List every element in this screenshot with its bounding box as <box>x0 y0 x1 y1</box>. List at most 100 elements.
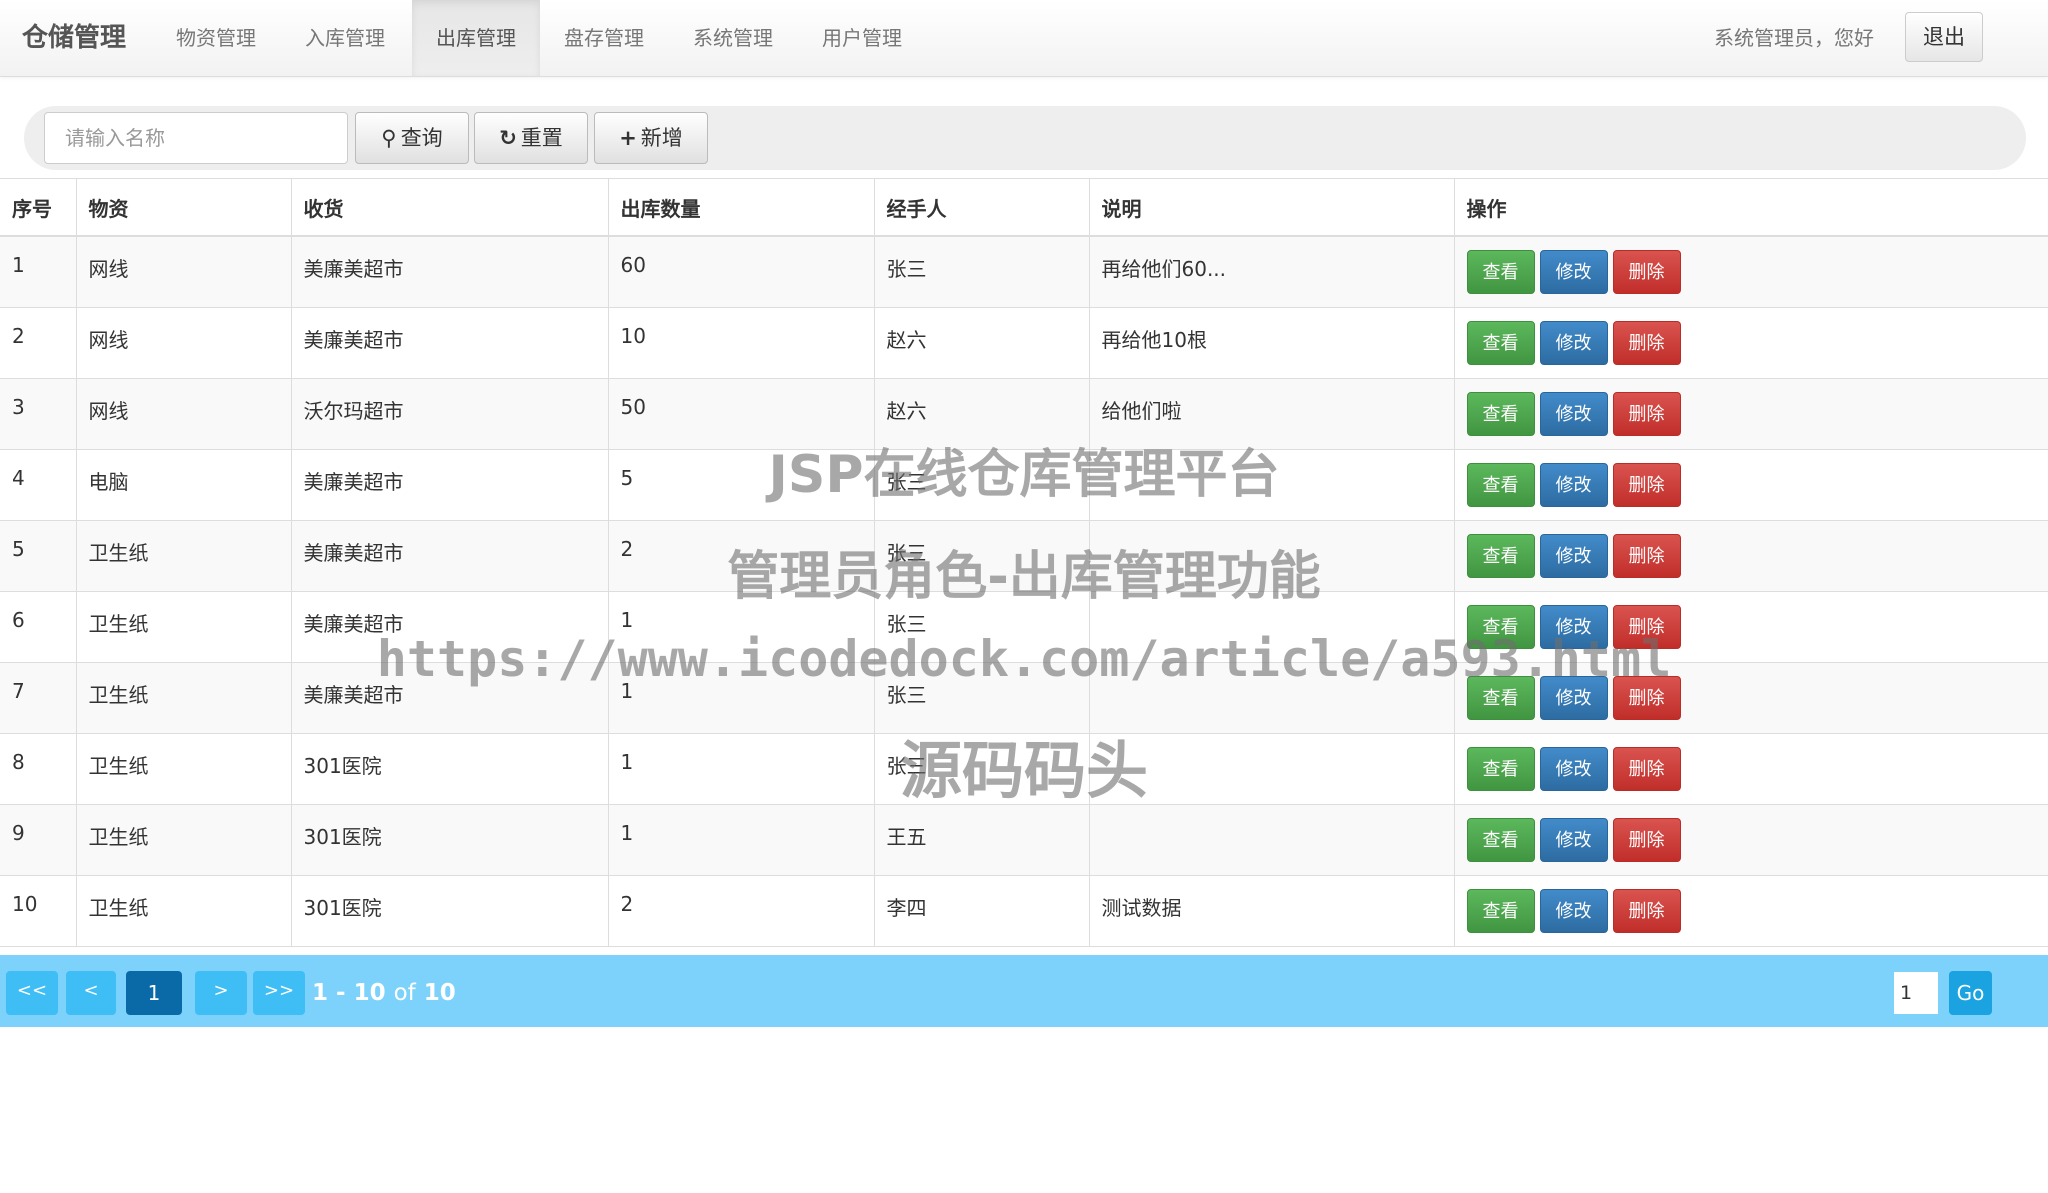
go-button[interactable]: Go <box>1949 971 1992 1015</box>
table-row: 2 网线 美廉美超市 10 赵六 再给他10根 查看 修改 删除 <box>0 307 2048 379</box>
nav-item-inventory[interactable]: 盘存管理 <box>546 0 662 76</box>
cell-receiver: 美廉美超市 <box>291 662 609 734</box>
delete-button[interactable]: 删除 <box>1612 817 1681 862</box>
view-button[interactable]: 查看 <box>1466 604 1535 649</box>
page-total: 10 <box>423 980 456 1006</box>
logout-button[interactable]: 退出 <box>1905 12 1983 62</box>
first-page-button[interactable]: << <box>6 971 58 1015</box>
reset-label: 重置 <box>520 126 563 150</box>
search-icon: ⚲ <box>381 126 397 150</box>
delete-button[interactable]: 删除 <box>1612 675 1681 720</box>
cell-receiver: 沃尔玛超市 <box>291 378 609 450</box>
view-button[interactable]: 查看 <box>1466 746 1535 791</box>
cell-item: 网线 <box>76 378 292 450</box>
edit-button[interactable]: 修改 <box>1539 746 1608 791</box>
view-button[interactable]: 查看 <box>1466 320 1535 365</box>
cell-note: 给他们啦 <box>1089 378 1455 450</box>
last-page-button[interactable]: >> <box>253 971 305 1015</box>
delete-button[interactable]: 删除 <box>1612 746 1681 791</box>
view-button[interactable]: 查看 <box>1466 391 1535 436</box>
table-row: 6 卫生纸 美廉美超市 1 张三 查看 修改 删除 <box>0 591 2048 663</box>
reset-button[interactable]: ↻ 重置 <box>474 112 588 164</box>
nav-item-inbound[interactable]: 入库管理 <box>287 0 403 76</box>
cell-item: 电脑 <box>76 449 292 521</box>
view-button[interactable]: 查看 <box>1466 462 1535 507</box>
edit-button[interactable]: 修改 <box>1539 604 1608 649</box>
brand-title[interactable]: 仓储管理 <box>22 18 126 58</box>
delete-button[interactable]: 删除 <box>1612 250 1681 294</box>
view-button[interactable]: 查看 <box>1466 533 1535 578</box>
col-header-qty[interactable]: 出库数量 <box>608 178 875 237</box>
add-label: 新增 <box>640 126 683 150</box>
delete-button[interactable]: 删除 <box>1612 462 1681 507</box>
cell-item: 卫生纸 <box>76 662 292 734</box>
col-header-receiver[interactable]: 收货 <box>291 178 609 237</box>
cell-receiver: 美廉美超市 <box>291 449 609 521</box>
view-button[interactable]: 查看 <box>1466 675 1535 720</box>
add-button[interactable]: + 新增 <box>594 112 708 164</box>
next-page-button[interactable]: > <box>195 971 247 1015</box>
cell-item: 卫生纸 <box>76 520 292 592</box>
nav-item-users[interactable]: 用户管理 <box>804 0 920 76</box>
outbound-table: 序号 物资 收货 出库数量 经手人 说明 操作 1 网线 美廉美超市 60 张三 再给他们… <box>0 178 2048 947</box>
table-row: 4 电脑 美廉美超市 5 张三 查看 修改 删除 <box>0 449 2048 521</box>
prev-page-button[interactable]: < <box>66 971 116 1015</box>
cell-item: 卫生纸 <box>76 875 292 947</box>
edit-button[interactable]: 修改 <box>1539 888 1608 933</box>
col-header-item[interactable]: 物资 <box>76 178 292 237</box>
col-header-actions: 操作 <box>1454 178 2048 237</box>
edit-button[interactable]: 修改 <box>1539 391 1608 436</box>
table-row: 1 网线 美廉美超市 60 张三 再给他们60... 查看 修改 删除 <box>0 236 2048 308</box>
page-range: 1 - 10 <box>312 980 386 1006</box>
cell-note: 再给他10根 <box>1089 307 1455 379</box>
plus-icon: + <box>619 126 637 150</box>
view-button[interactable]: 查看 <box>1466 888 1535 933</box>
cell-no: 7 <box>0 662 77 734</box>
cell-actions: 查看 修改 删除 <box>1454 378 2048 450</box>
table-row: 10 卫生纸 301医院 2 李四 测试数据 查看 修改 删除 <box>0 875 2048 947</box>
cell-item: 网线 <box>76 236 292 308</box>
table-header-row: 序号 物资 收货 出库数量 经手人 说明 操作 <box>0 178 2048 237</box>
nav-item-materials[interactable]: 物资管理 <box>158 0 274 76</box>
cell-no: 3 <box>0 378 77 450</box>
col-header-handler[interactable]: 经手人 <box>874 178 1090 237</box>
query-button[interactable]: ⚲ 查询 <box>355 112 469 164</box>
col-header-no[interactable]: 序号 <box>0 178 77 237</box>
cell-qty: 1 <box>608 591 875 663</box>
edit-button[interactable]: 修改 <box>1539 250 1608 294</box>
cell-no: 2 <box>0 307 77 379</box>
edit-button[interactable]: 修改 <box>1539 533 1608 578</box>
col-header-note[interactable]: 说明 <box>1089 178 1455 237</box>
page-range-info: 1 - 10 of 10 <box>312 971 456 1015</box>
cell-handler: 张三 <box>874 662 1090 734</box>
cell-handler: 赵六 <box>874 378 1090 450</box>
edit-button[interactable]: 修改 <box>1539 462 1608 507</box>
cell-actions: 查看 修改 删除 <box>1454 733 2048 805</box>
delete-button[interactable]: 删除 <box>1612 604 1681 649</box>
cell-handler: 李四 <box>874 875 1090 947</box>
delete-button[interactable]: 删除 <box>1612 888 1681 933</box>
current-page-button[interactable]: 1 <box>126 971 182 1015</box>
cell-note <box>1089 520 1455 592</box>
cell-qty: 5 <box>608 449 875 521</box>
cell-actions: 查看 修改 删除 <box>1454 875 2048 947</box>
table-row: 9 卫生纸 301医院 1 王五 查看 修改 删除 <box>0 804 2048 876</box>
cell-qty: 1 <box>608 733 875 805</box>
cell-receiver: 美廉美超市 <box>291 520 609 592</box>
delete-button[interactable]: 删除 <box>1612 320 1681 365</box>
cell-handler: 张三 <box>874 449 1090 521</box>
cell-actions: 查看 修改 删除 <box>1454 449 2048 521</box>
cell-qty: 2 <box>608 875 875 947</box>
edit-button[interactable]: 修改 <box>1539 320 1608 365</box>
refresh-icon: ↻ <box>499 126 517 150</box>
edit-button[interactable]: 修改 <box>1539 675 1608 720</box>
page-number-input[interactable]: 1 <box>1894 972 1938 1014</box>
nav-item-outbound[interactable]: 出库管理 <box>412 0 540 76</box>
delete-button[interactable]: 删除 <box>1612 533 1681 578</box>
search-input[interactable]: 请输入名称 <box>44 112 348 164</box>
edit-button[interactable]: 修改 <box>1539 817 1608 862</box>
delete-button[interactable]: 删除 <box>1612 391 1681 436</box>
nav-item-system[interactable]: 系统管理 <box>675 0 791 76</box>
view-button[interactable]: 查看 <box>1466 817 1535 862</box>
view-button[interactable]: 查看 <box>1466 250 1535 294</box>
